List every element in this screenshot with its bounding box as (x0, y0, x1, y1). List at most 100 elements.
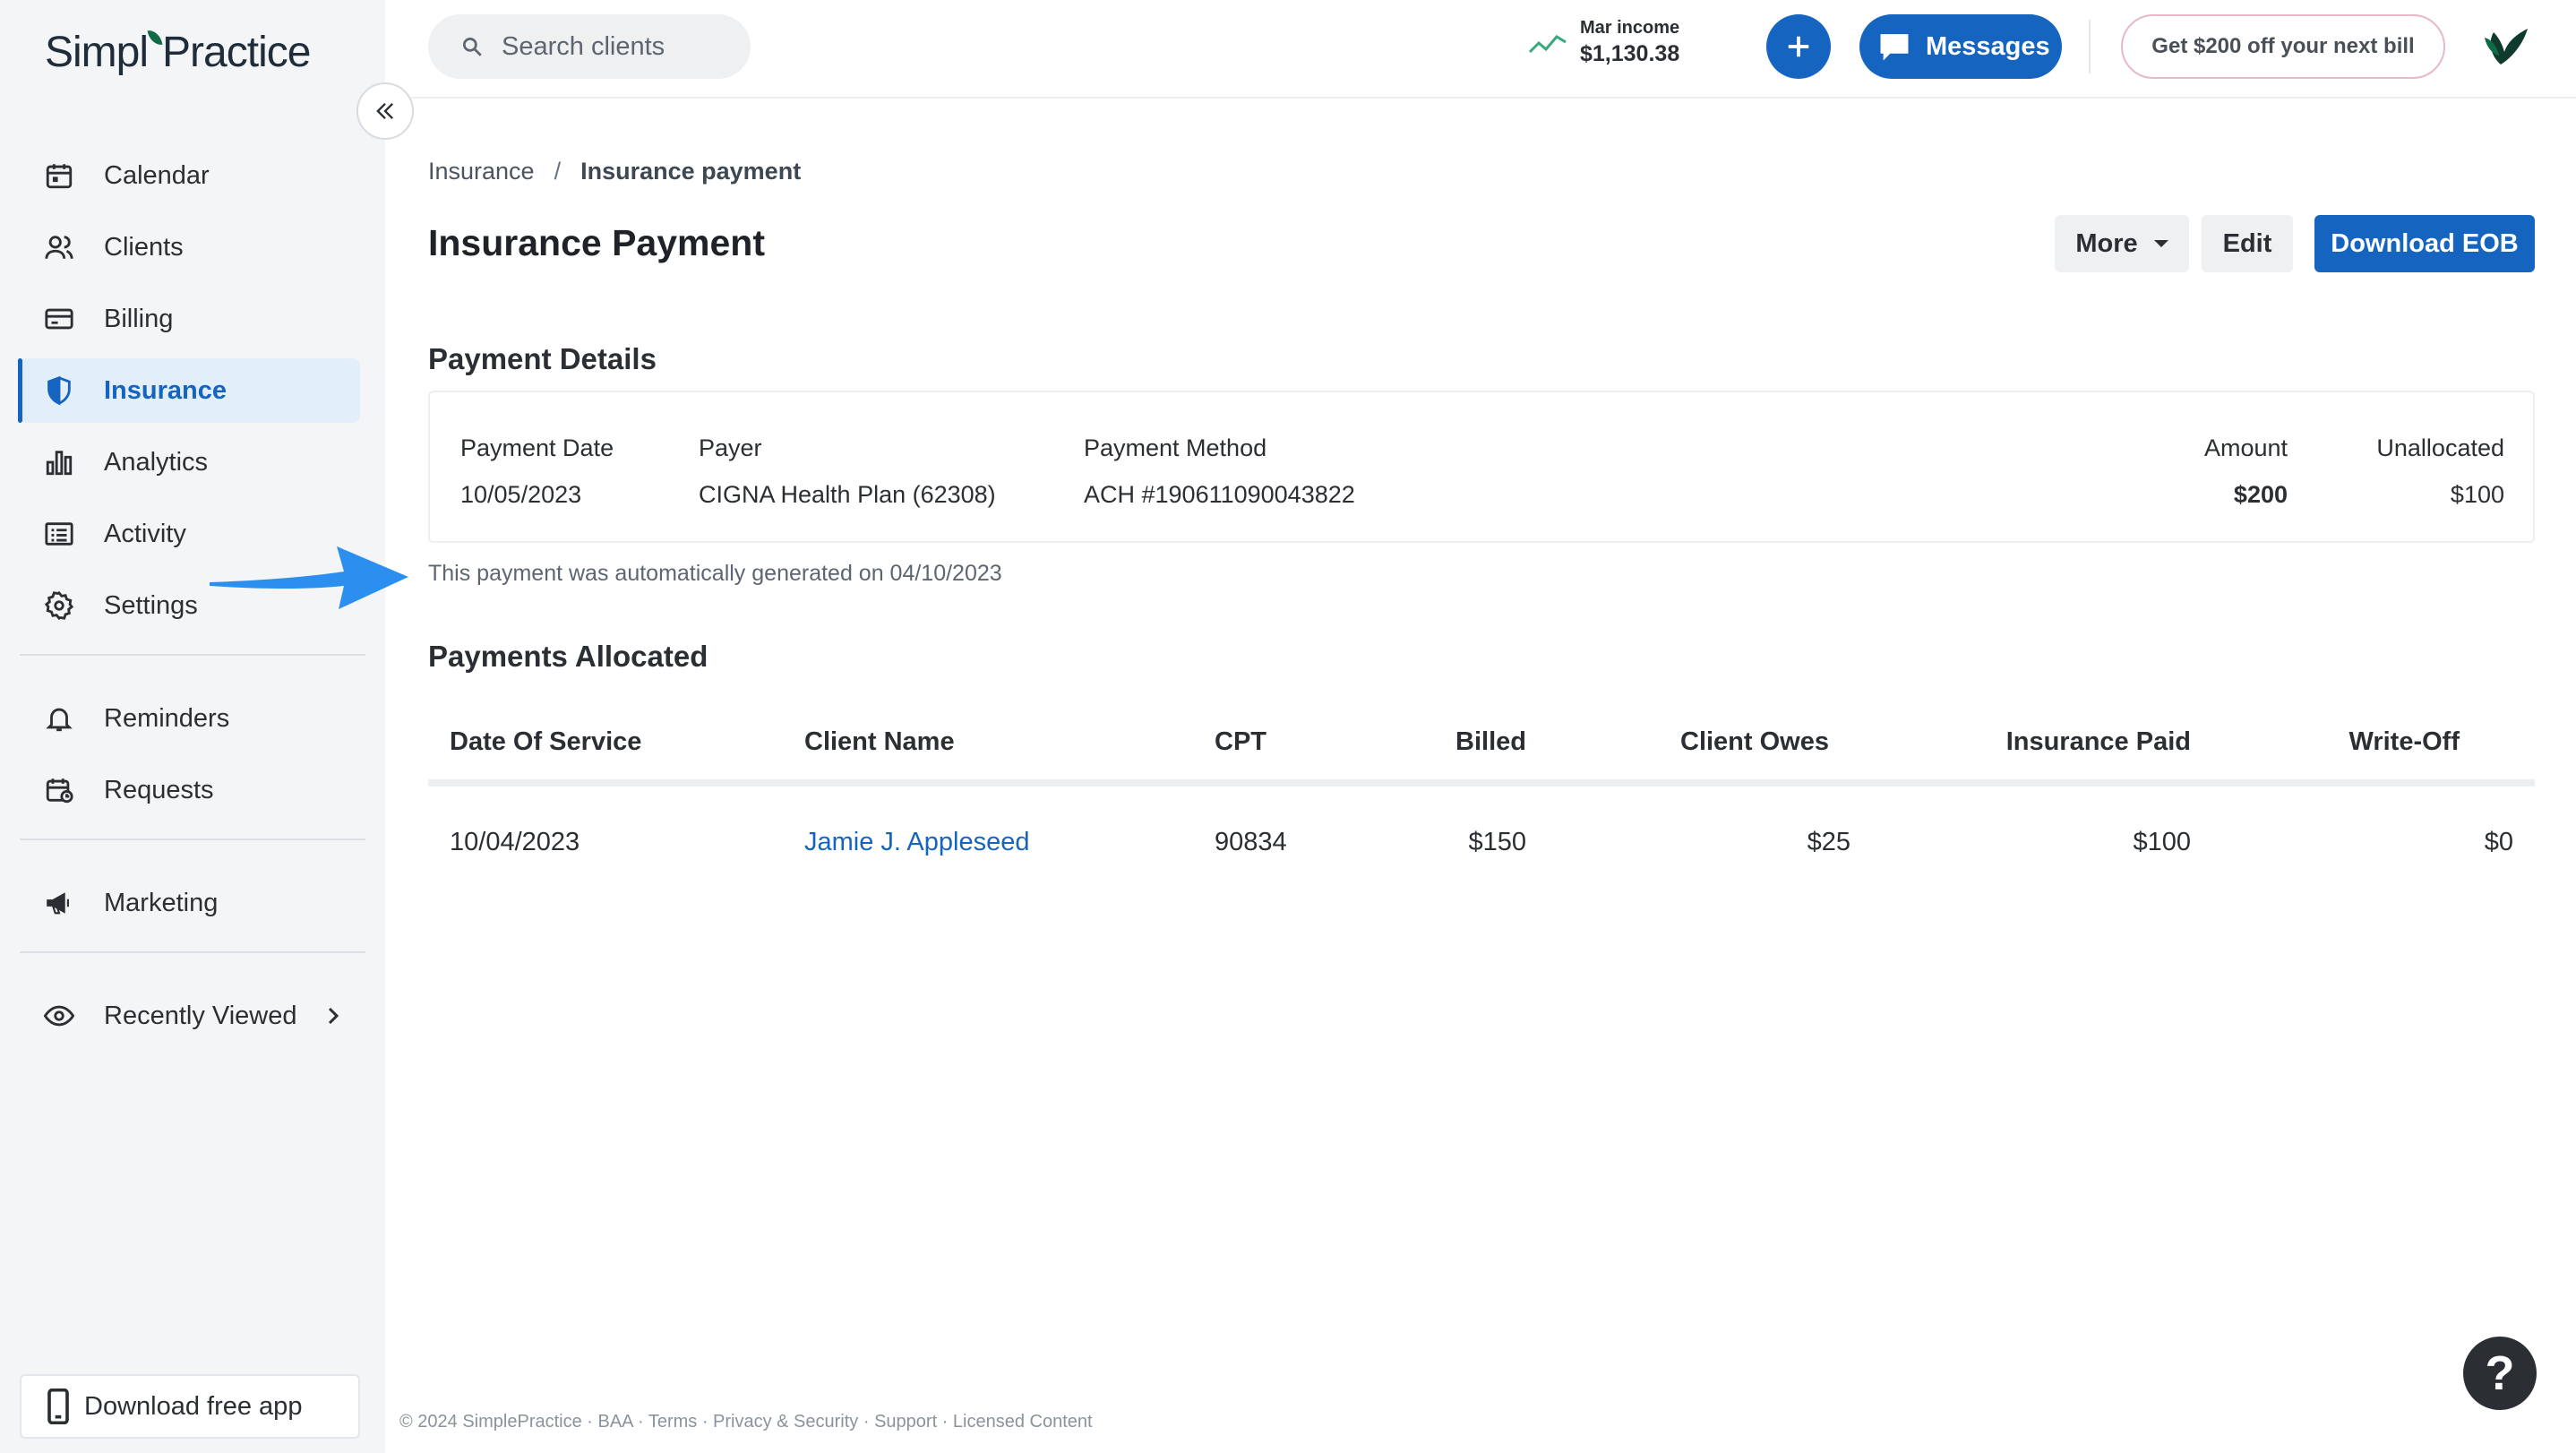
download-eob-label: Download EOB (2331, 228, 2519, 258)
billing-card-icon (41, 301, 77, 337)
sidebar-item-insurance[interactable]: Insurance (18, 358, 360, 423)
payments-allocated-title: Payments Allocated (428, 640, 708, 673)
sidebar-item-label: Insurance (104, 375, 227, 405)
breadcrumb-parent-link[interactable]: Insurance (428, 158, 535, 185)
write-off-cell: $0 (2484, 828, 2513, 856)
amount-field: Amount $200 (2204, 432, 2288, 511)
trend-up-icon (1528, 35, 1567, 54)
create-new-button[interactable] (1766, 14, 1831, 79)
promo-button[interactable]: Get $200 off your next bill (2121, 14, 2445, 79)
table-header-row: Date Of Service Client Name CPT Billed C… (428, 699, 2535, 787)
edit-label: Edit (2222, 228, 2272, 258)
client-owes-cell: $25 (1807, 828, 1850, 856)
amount-value: $200 (2233, 481, 2288, 508)
unallocated-field: Unallocated $100 (2376, 432, 2504, 511)
gear-icon (41, 588, 77, 623)
column-header: Billed (1455, 727, 1526, 756)
help-question-icon: ? (2485, 1346, 2515, 1400)
breadcrumb-separator: / (554, 158, 562, 185)
logo-leaf-icon (147, 28, 163, 47)
sidebar-item-label: Reminders (104, 703, 230, 733)
sidebar-item-label: Billing (104, 304, 174, 333)
help-button[interactable]: ? (2463, 1337, 2537, 1410)
shield-icon (41, 373, 77, 408)
cpt-cell: 90834 (1215, 828, 1287, 856)
payments-allocated-table: Date Of Service Client Name CPT Billed C… (428, 699, 2535, 899)
column-header: Client Owes (1680, 727, 1829, 756)
sidebar-item-billing[interactable]: Billing (20, 287, 360, 351)
simplepractice-logo[interactable]: Simpl Practice (45, 25, 311, 79)
topbar-divider (2089, 20, 2091, 73)
breadcrumb-current: Insurance payment (580, 158, 802, 185)
sidebar-item-label: Analytics (104, 447, 209, 477)
column-header: Insurance Paid (2005, 727, 2191, 756)
sidebar: Simpl Practice Calendar Clients Billing I… (0, 0, 385, 1453)
collapse-sidebar-button[interactable] (356, 82, 414, 140)
double-chevron-left-icon (376, 103, 393, 119)
sidebar-item-label: Activity (104, 519, 186, 548)
sidebar-item-label: Requests (104, 775, 214, 804)
phone-icon (47, 1389, 69, 1424)
unallocated-label: Unallocated (2376, 434, 2504, 461)
caret-down-icon (2153, 240, 2168, 247)
sidebar-item-label: Marketing (104, 888, 219, 917)
month-income-widget[interactable]: Mar income $1,130.38 (1528, 16, 1679, 68)
messages-label: Messages (1926, 31, 2050, 61)
brand-leaf-icon[interactable] (2476, 20, 2533, 77)
sidebar-item-reminders[interactable]: Reminders (20, 686, 360, 751)
sidebar-item-clients[interactable]: Clients (20, 215, 360, 279)
payment-method-label: Payment Method (1084, 434, 1267, 461)
payment-date-field: Payment Date 10/05/2023 (460, 432, 614, 511)
chat-bubble-icon (1880, 34, 1909, 61)
megaphone-icon (41, 885, 77, 921)
nav-divider (20, 838, 365, 840)
column-header: Write-Off (2348, 727, 2460, 756)
auto-generated-note: This payment was automatically generated… (428, 561, 1002, 586)
table-row: 10/04/2023 Jamie J. Appleseed 90834 $150… (428, 787, 2535, 899)
eye-icon (41, 998, 77, 1034)
insurance-paid-cell: $100 (2133, 828, 2191, 856)
chevron-right-icon (328, 1007, 339, 1025)
sidebar-item-label: Recently Viewed (104, 1001, 297, 1030)
calendar-request-icon (41, 772, 77, 808)
sidebar-item-label: Calendar (104, 160, 210, 190)
unallocated-value: $100 (2450, 481, 2504, 508)
payment-date-label: Payment Date (460, 434, 614, 461)
sidebar-item-requests[interactable]: Requests (20, 758, 360, 822)
more-label: More (2075, 228, 2138, 258)
promo-label: Get $200 off your next bill (2151, 34, 2415, 58)
download-app-button[interactable]: Download free app (20, 1374, 360, 1439)
sidebar-item-calendar[interactable]: Calendar (20, 143, 360, 208)
sidebar-item-label: Clients (104, 232, 184, 262)
sidebar-item-analytics[interactable]: Analytics (20, 430, 360, 494)
payment-method-value: ACH #190611090043822 (1084, 481, 1355, 508)
annotation-arrow-icon (210, 546, 408, 609)
more-dropdown-button[interactable]: More (2055, 215, 2189, 272)
plus-icon (1788, 36, 1809, 57)
bell-icon (41, 701, 77, 736)
download-app-label: Download free app (84, 1391, 303, 1421)
download-eob-button[interactable]: Download EOB (2314, 215, 2535, 272)
page-title: Insurance Payment (428, 222, 765, 263)
column-header: Client Name (804, 727, 955, 756)
footer-links[interactable]: © 2024 SimplePractice · BAA · Terms · Pr… (399, 1412, 1093, 1432)
edit-button[interactable]: Edit (2202, 215, 2293, 272)
nav-divider (20, 654, 365, 656)
search-icon (462, 37, 482, 56)
client-name-link[interactable]: Jamie J. Appleseed (804, 828, 1029, 857)
search-input[interactable]: Search clients (428, 14, 751, 79)
payer-label: Payer (699, 434, 762, 461)
sidebar-item-recently-viewed[interactable]: Recently Viewed (20, 984, 360, 1048)
income-value: $1,130.38 (1580, 41, 1680, 66)
logo-text-part-1: Simpl (45, 28, 149, 76)
search-placeholder: Search clients (502, 31, 665, 61)
sidebar-item-marketing[interactable]: Marketing (20, 871, 360, 935)
sidebar-item-label: Settings (104, 590, 198, 620)
activity-list-icon (41, 516, 77, 552)
client-name-text[interactable]: Jamie J. Appleseed (804, 828, 1029, 856)
breadcrumb: Insurance / Insurance payment (428, 158, 801, 185)
payer-value: CIGNA Health Plan (62308) (699, 481, 996, 508)
calendar-icon (41, 158, 77, 193)
logo-text-part-2: Practice (162, 28, 311, 76)
messages-button[interactable]: Messages (1859, 14, 2062, 79)
